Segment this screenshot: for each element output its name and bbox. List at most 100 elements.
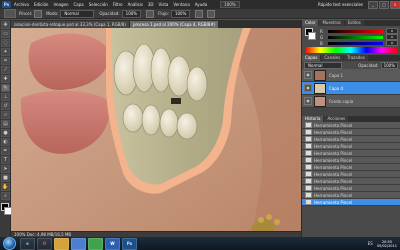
start-button[interactable] xyxy=(3,237,16,250)
menu-analisis[interactable]: Análisis xyxy=(128,2,143,7)
layer-thumbnail xyxy=(314,82,326,94)
flow-field[interactable]: 100% xyxy=(170,9,191,18)
blue-value-field[interactable]: 0 xyxy=(386,40,398,46)
history-item[interactable]: Herramienta Pincel xyxy=(302,136,400,143)
history-item[interactable]: Herramienta Pincel xyxy=(302,164,400,171)
pen-tool-icon[interactable]: ✒ xyxy=(1,147,10,155)
layer-opacity-field[interactable]: 100% xyxy=(380,61,398,69)
brush-icon xyxy=(305,164,312,170)
crop-tool-icon[interactable]: ⌗ xyxy=(1,57,10,65)
mode-select[interactable]: Normal xyxy=(60,9,95,18)
airbrush-icon[interactable] xyxy=(195,9,204,18)
history-item-current[interactable]: Herramienta Pincel xyxy=(302,199,400,206)
right-panels: Color Muestras Estilos R 0 G 0 B 0 Capas… xyxy=(301,20,400,237)
eye-icon[interactable]: ◉ xyxy=(304,71,312,79)
layer-row[interactable]: ◉ Capa 1 xyxy=(302,69,400,82)
eyedropper-tool-icon[interactable]: ⁄ xyxy=(1,66,10,74)
move-tool-icon[interactable]: ✥ xyxy=(1,21,10,29)
tab-channels[interactable]: Canales xyxy=(321,55,344,61)
shape-tool-icon[interactable]: ■ xyxy=(1,174,10,182)
folder-icon[interactable] xyxy=(54,237,69,250)
history-item[interactable]: Herramienta Pincel xyxy=(302,192,400,199)
menu-filtro[interactable]: Filtro xyxy=(113,2,123,7)
history-item-label: Herramienta Pincel xyxy=(314,192,353,198)
brush-tool-icon[interactable]: ✎ xyxy=(1,84,10,92)
dodge-tool-icon[interactable]: ◐ xyxy=(1,138,10,146)
magic-wand-tool-icon[interactable]: ✦ xyxy=(1,48,10,56)
clone-stamp-tool-icon[interactable]: ⊥ xyxy=(1,93,10,101)
opera-icon[interactable]: O xyxy=(37,237,52,250)
menu-3d[interactable]: 3D xyxy=(148,2,154,7)
history-item[interactable]: Herramienta Pincel xyxy=(302,129,400,136)
blue-slider-track[interactable] xyxy=(328,41,383,45)
tab-actions[interactable]: Acciones xyxy=(324,116,349,122)
history-brush-tool-icon[interactable]: ↺ xyxy=(1,102,10,110)
maximize-button[interactable]: □ xyxy=(379,0,389,9)
media-player-icon[interactable] xyxy=(71,237,86,250)
word-icon[interactable]: W xyxy=(105,237,120,250)
zoom-level-field[interactable]: 100% xyxy=(220,1,240,8)
menu-archivo[interactable]: Archivo xyxy=(14,2,29,7)
history-item[interactable]: Herramienta Pincel xyxy=(302,157,400,164)
color-swatches[interactable] xyxy=(1,203,12,215)
brush-icon xyxy=(305,136,312,142)
blend-mode-select[interactable]: Normal xyxy=(304,61,342,69)
slider-blue[interactable]: B 0 xyxy=(320,40,398,46)
document-tabs: solucion-dentista-retoque.psd al 33,3% (… xyxy=(11,20,301,28)
history-item[interactable]: Herramienta Pincel xyxy=(302,185,400,192)
tab-styles[interactable]: Estilos xyxy=(344,20,364,26)
photoshop-icon[interactable]: Ps xyxy=(122,237,137,250)
color-ramp[interactable] xyxy=(305,47,397,53)
blur-tool-icon[interactable]: ● xyxy=(1,129,10,137)
eye-icon[interactable]: ◉ xyxy=(304,97,312,105)
green-slider-track[interactable] xyxy=(328,35,383,39)
layer-row[interactable]: ◉ Fondo copia xyxy=(302,95,400,108)
workspace-switcher[interactable]: Rápido test esenciales xyxy=(318,2,363,7)
tab-layers[interactable]: Capas xyxy=(302,55,321,61)
history-item[interactable]: Herramienta Pincel xyxy=(302,171,400,178)
history-item[interactable]: Herramienta Pincel xyxy=(302,150,400,157)
tablet-pressure-icon[interactable] xyxy=(207,9,216,18)
menu-ayuda[interactable]: Ayuda xyxy=(195,2,207,7)
tab-paths[interactable]: Trazados xyxy=(344,55,368,61)
image-canvas[interactable] xyxy=(11,28,301,237)
eye-icon[interactable]: ◉ xyxy=(304,84,312,92)
app-icon[interactable] xyxy=(88,237,103,250)
history-item[interactable]: Herramienta Pincel xyxy=(302,122,400,129)
history-item-label: Herramienta Pincel xyxy=(314,136,353,142)
minimize-button[interactable]: _ xyxy=(368,0,378,9)
language-indicator[interactable]: ES xyxy=(368,241,373,246)
history-item[interactable]: Herramienta Pincel xyxy=(302,143,400,150)
menu-ventana[interactable]: Ventana xyxy=(173,2,189,7)
gradient-tool-icon[interactable]: ▤ xyxy=(1,120,10,128)
document-tab-active[interactable]: procesa 1.psd al 200% (Capa 4, RGB/8#) xyxy=(130,21,219,28)
hand-tool-icon[interactable]: ✋ xyxy=(1,183,10,191)
bg-color-box[interactable] xyxy=(308,32,316,40)
history-item[interactable]: Herramienta Pincel xyxy=(302,178,400,185)
red-slider-track[interactable] xyxy=(328,29,383,33)
menu-imagen[interactable]: Imagen xyxy=(53,2,68,7)
menu-edicion[interactable]: Edición xyxy=(34,2,48,7)
zoom-tool-icon[interactable]: ⌕ xyxy=(1,192,10,200)
healing-brush-tool-icon[interactable]: ✚ xyxy=(1,75,10,83)
brush-preset-picker[interactable] xyxy=(4,9,16,18)
opacity-field[interactable]: 100% xyxy=(121,9,142,18)
close-button[interactable]: × xyxy=(390,0,400,9)
eraser-tool-icon[interactable]: ▱ xyxy=(1,111,10,119)
menu-vista[interactable]: Vista xyxy=(158,2,168,7)
path-selection-tool-icon[interactable]: ➤ xyxy=(1,165,10,173)
lasso-tool-icon[interactable]: ◌ xyxy=(1,39,10,47)
brush-size-icon[interactable] xyxy=(34,9,43,18)
internet-explorer-icon[interactable]: e xyxy=(20,237,35,250)
tab-swatches[interactable]: Muestras xyxy=(319,20,344,26)
tab-color[interactable]: Color xyxy=(302,20,319,26)
clock[interactable]: 20:55 05/02/2011 xyxy=(377,240,397,248)
marquee-tool-icon[interactable]: ▭ xyxy=(1,30,10,38)
layer-row-selected[interactable]: ◉ Capa 4 xyxy=(302,82,400,95)
menu-seleccion[interactable]: Selección xyxy=(89,2,108,7)
pressure-opacity-icon[interactable] xyxy=(146,9,155,18)
menu-capa[interactable]: Capa xyxy=(74,2,84,7)
color-panel-swatches[interactable] xyxy=(305,28,317,40)
type-tool-icon[interactable]: T xyxy=(1,156,10,164)
document-tab[interactable]: solucion-dentista-retoque.psd al 33,3% (… xyxy=(11,21,129,28)
